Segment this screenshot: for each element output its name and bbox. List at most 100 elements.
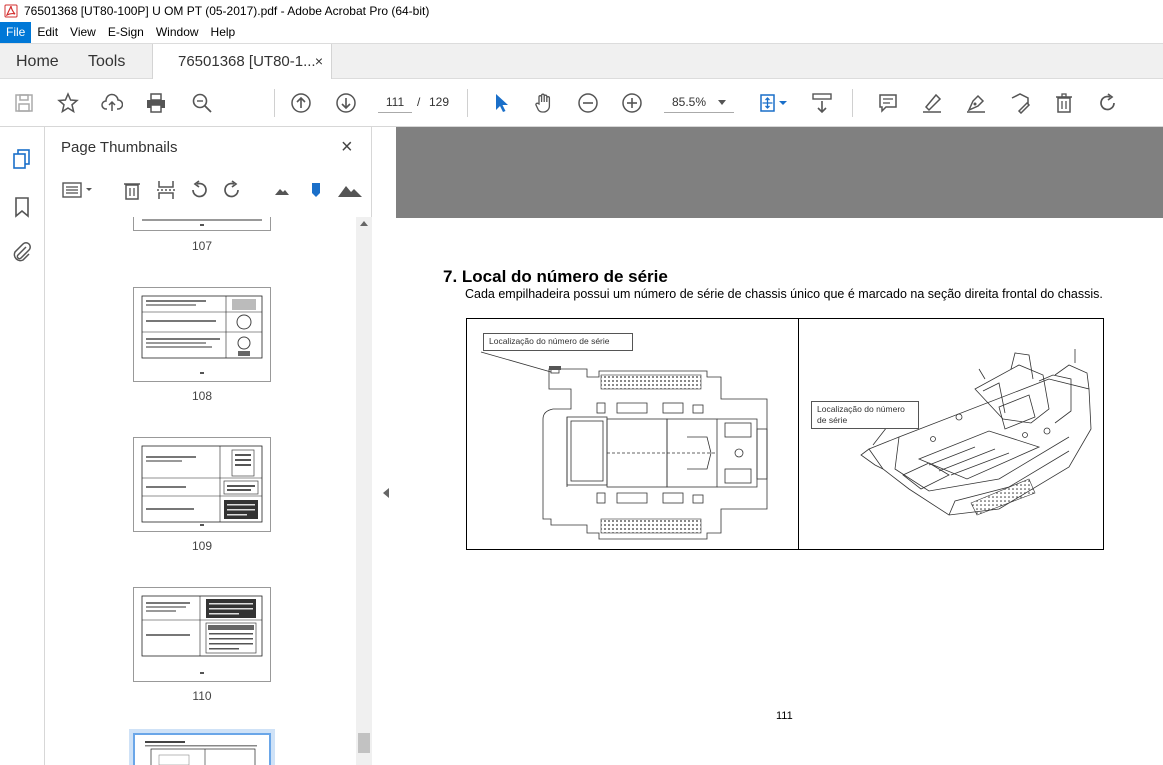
bookmark-icon — [15, 197, 29, 218]
main-toolbar: 111 / 129 85.5% — [0, 79, 1163, 127]
highlight-button[interactable] — [920, 91, 944, 115]
tab-close-button[interactable]: × — [315, 44, 323, 79]
page-footer-number: 111 — [776, 710, 793, 722]
menu-bar: File Edit View E-Sign Window Help — [0, 22, 1163, 43]
thumbnail-size-small-button[interactable] — [271, 179, 293, 201]
attachments-button[interactable] — [10, 240, 34, 264]
scroll-mode-button[interactable] — [810, 91, 834, 115]
menu-view[interactable]: View — [64, 22, 102, 43]
menu-file[interactable]: File — [0, 22, 32, 43]
bookmark-star-button[interactable] — [56, 91, 80, 115]
pdf-page: 7. Local do número de série Cada empilha… — [396, 218, 1163, 765]
hand-icon — [535, 93, 551, 113]
page-thumbnails-icon — [13, 149, 30, 169]
delete-button[interactable] — [1052, 91, 1076, 115]
trash-icon — [124, 183, 140, 200]
thumbnail-size-large-button[interactable] — [337, 179, 363, 201]
tab-tools[interactable]: Tools — [88, 44, 125, 79]
edit-text-button[interactable] — [1008, 91, 1032, 115]
mountain-large-icon — [338, 186, 362, 197]
arrow-down-circle-icon — [336, 93, 356, 113]
search-icon — [192, 93, 212, 113]
rotate-clockwise-button[interactable] — [221, 179, 243, 201]
rotate-clockwise-icon — [224, 180, 239, 198]
redo-button[interactable] — [1096, 91, 1120, 115]
select-tool-button[interactable] — [489, 91, 513, 115]
scroll-up-arrow-icon[interactable] — [360, 221, 368, 226]
bookmarks-button[interactable] — [10, 195, 34, 219]
thumbnails-scrollbar[interactable] — [356, 217, 372, 765]
minus-circle-icon — [578, 93, 598, 113]
left-figure-callout: Localização do número de série — [483, 333, 633, 351]
collapse-panel-arrow-icon[interactable] — [383, 488, 389, 498]
page-thumbnails-button[interactable] — [10, 147, 34, 171]
fit-page-icon — [760, 94, 775, 112]
menu-window[interactable]: Window — [150, 22, 205, 43]
thumbnail-page[interactable] — [133, 287, 271, 382]
thumbnail-page[interactable] — [133, 217, 271, 231]
chevron-down-icon — [779, 101, 787, 105]
upload-button[interactable] — [100, 91, 124, 115]
menu-help[interactable]: Help — [205, 22, 242, 43]
scroll-mode-icon — [812, 93, 832, 114]
toolbar-divider — [467, 89, 468, 117]
highlighter-pen-icon — [923, 93, 942, 113]
panel-splitter[interactable] — [372, 127, 396, 765]
comment-button[interactable] — [876, 91, 900, 115]
delete-page-button[interactable] — [121, 179, 143, 201]
fit-page-dropdown[interactable] — [778, 91, 788, 115]
tab-document[interactable]: 76501368 [UT80-1... × — [152, 44, 332, 80]
thumbnail-page-selected[interactable] — [133, 733, 271, 765]
fit-page-button[interactable] — [756, 91, 780, 115]
options-menu-icon — [62, 182, 92, 198]
document-view[interactable]: 7. Local do número de série Cada empilha… — [396, 127, 1163, 765]
body-paragraph: Cada empilhadeira possui um número de sé… — [465, 287, 1103, 301]
thumbnail-content — [141, 595, 263, 674]
thumbnail-content — [141, 295, 263, 374]
menu-esign[interactable]: E-Sign — [102, 22, 150, 43]
acrobat-icon — [4, 4, 18, 18]
comment-icon — [879, 94, 897, 113]
scrollbar-thumb[interactable] — [358, 733, 370, 753]
menu-edit[interactable]: Edit — [31, 22, 64, 43]
save-button[interactable] — [12, 91, 36, 115]
chevron-down-icon[interactable] — [718, 100, 726, 105]
thumbnail-page-label: 109 — [191, 539, 213, 553]
right-callout-line2: de série — [817, 415, 848, 425]
tab-home[interactable]: Home — [16, 44, 59, 79]
save-icon — [15, 94, 33, 112]
window-title: 76501368 [UT80-100P] U OM PT (05-2017).p… — [24, 4, 430, 18]
thumbnails-toolbar — [45, 173, 372, 209]
page-thumbnails-panel: Page Thumbnails × 107 108 109 110 — [45, 127, 372, 765]
zoom-out-button[interactable] — [576, 91, 600, 115]
tab-bar: Home Tools 76501368 [UT80-1... × — [0, 43, 1163, 80]
rotate-clockwise-icon — [1100, 93, 1115, 111]
find-button[interactable] — [190, 91, 214, 115]
panel-close-button[interactable]: × — [341, 136, 353, 159]
hand-tool-button[interactable] — [532, 91, 556, 115]
printer-icon — [147, 93, 165, 113]
thumbnail-page[interactable] — [133, 587, 271, 682]
zoom-in-button[interactable] — [620, 91, 644, 115]
thumbnail-page-label: 107 — [191, 239, 213, 253]
page-separator: / — [417, 95, 421, 109]
thumbnail-list: 107 108 109 110 — [45, 217, 357, 765]
page-number-input[interactable]: 111 — [378, 91, 412, 113]
edit-text-icon — [1011, 93, 1031, 114]
arrow-up-circle-icon — [291, 93, 311, 113]
rotate-counterclockwise-button[interactable] — [188, 179, 210, 201]
plus-circle-icon — [622, 93, 642, 113]
print-button[interactable] — [144, 91, 168, 115]
thumbnail-size-slider[interactable] — [305, 179, 327, 201]
thumbnail-content — [145, 741, 257, 765]
draw-button[interactable] — [964, 91, 988, 115]
star-icon — [57, 92, 79, 114]
extract-page-button[interactable] — [155, 179, 177, 201]
previous-page-button[interactable] — [289, 91, 313, 115]
section-heading: 7. Local do número de série — [443, 267, 668, 286]
toolbar-divider — [852, 89, 853, 117]
toolbar-divider — [274, 89, 275, 117]
next-page-button[interactable] — [334, 91, 358, 115]
thumbnail-options-button[interactable] — [61, 179, 95, 201]
thumbnail-page[interactable] — [133, 437, 271, 532]
